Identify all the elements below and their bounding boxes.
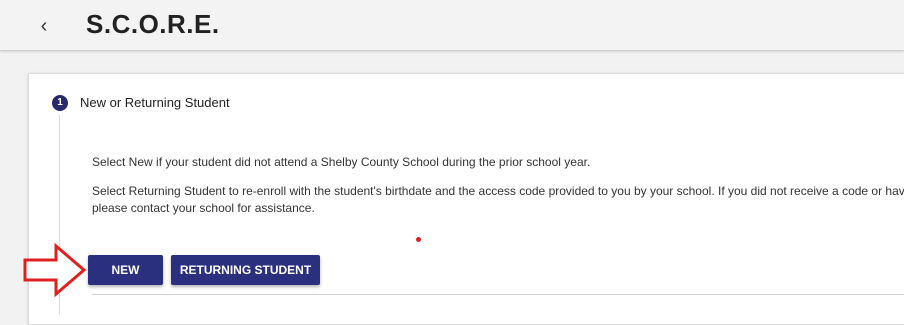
returning-student-button[interactable]: RETURNING STUDENT [171, 255, 320, 285]
app-header: ‹ S.C.O.R.E. [0, 0, 904, 51]
description-new: Select New if your student did not atten… [92, 155, 591, 169]
section-divider [92, 294, 904, 295]
chevron-left-icon[interactable]: ‹ [34, 14, 54, 38]
stepper-card [28, 73, 904, 325]
step-label: New or Returning Student [80, 95, 230, 110]
page-title: S.C.O.R.E. [86, 9, 220, 39]
step-number-badge: 1 [52, 95, 68, 111]
description-returning: Select Returning Student to re-enroll wi… [92, 184, 904, 198]
new-button[interactable]: NEW [88, 255, 163, 285]
arrow-right-outline-icon [23, 242, 87, 298]
description-contact: please contact your school for assistanc… [92, 201, 315, 215]
cursor-dot [416, 237, 421, 242]
